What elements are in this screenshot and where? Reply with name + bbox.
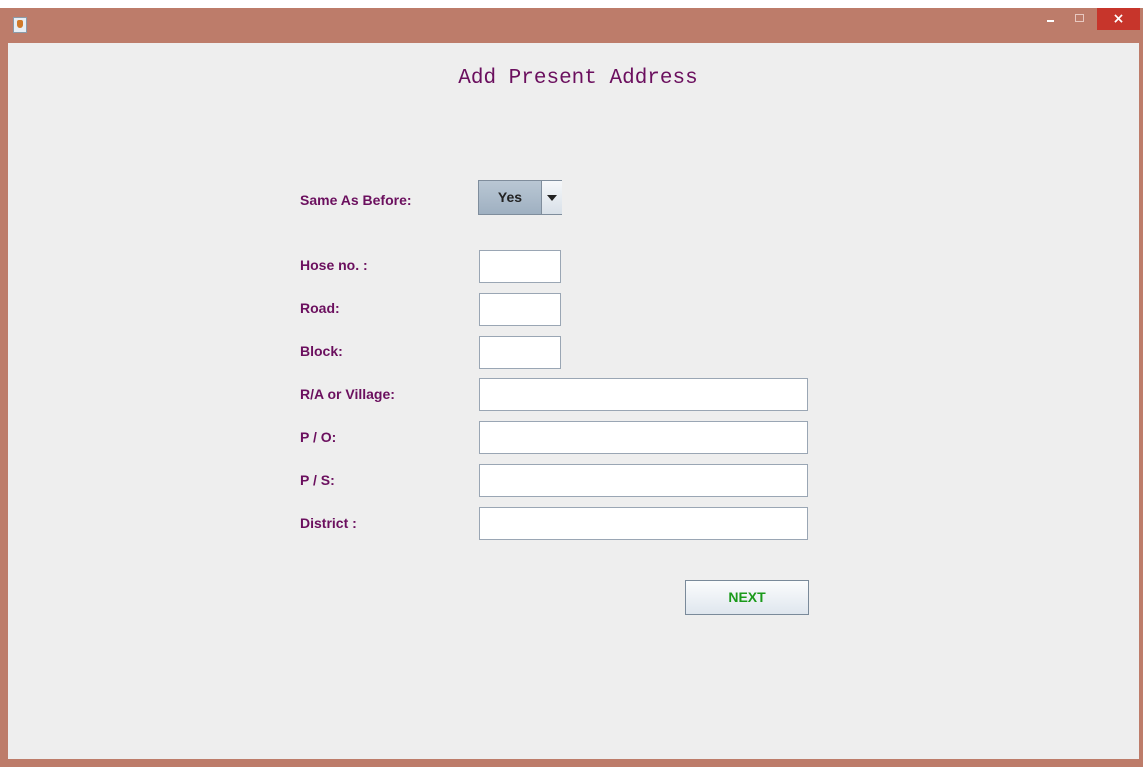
- district-field[interactable]: [479, 507, 808, 540]
- police-station-label: P / S:: [300, 472, 335, 488]
- title-bar[interactable]: ×: [0, 8, 1143, 43]
- block-label: Block:: [300, 343, 343, 359]
- maximize-button[interactable]: [1066, 8, 1092, 30]
- same-as-before-label: Same As Before:: [300, 192, 412, 208]
- district-label: District :: [300, 515, 357, 531]
- post-office-label: P / O:: [300, 429, 337, 445]
- same-as-before-dropdown[interactable]: Yes: [478, 180, 562, 215]
- java-icon: [13, 17, 27, 33]
- page-title: Add Present Address: [458, 67, 698, 90]
- road-field[interactable]: [479, 293, 561, 326]
- post-office-field[interactable]: [479, 421, 808, 454]
- minimize-button[interactable]: [1037, 8, 1064, 30]
- dropdown-selected-value: Yes: [479, 181, 541, 214]
- road-label: Road:: [300, 300, 340, 316]
- close-button[interactable]: ×: [1097, 8, 1140, 30]
- chevron-down-icon[interactable]: [541, 181, 562, 214]
- app-window: × Add Present Address Same As Before: Ye…: [0, 8, 1143, 767]
- village-label: R/A or Village:: [300, 386, 395, 402]
- next-button[interactable]: NEXT: [685, 580, 809, 615]
- house-no-field[interactable]: [479, 250, 561, 283]
- block-field[interactable]: [479, 336, 561, 369]
- form-panel: Add Present Address Same As Before: Yes …: [8, 43, 1139, 759]
- village-field[interactable]: [479, 378, 808, 411]
- police-station-field[interactable]: [479, 464, 808, 497]
- house-no-label: Hose no. :: [300, 257, 368, 273]
